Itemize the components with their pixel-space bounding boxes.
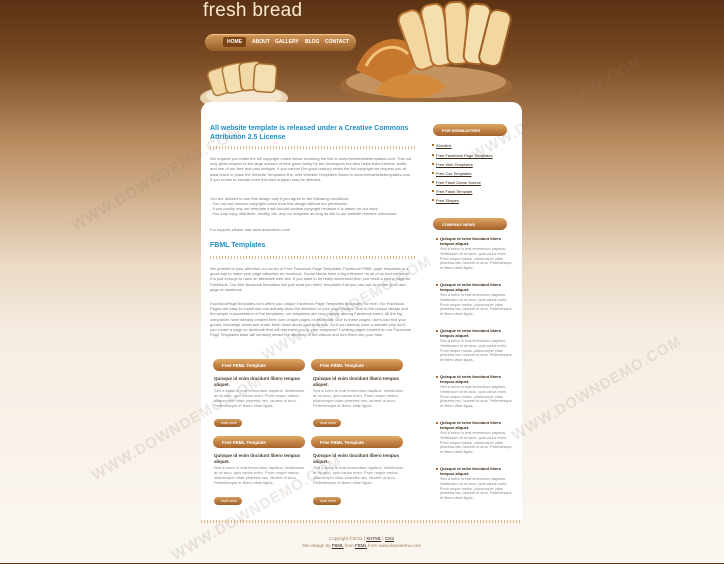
fbml-paragraph-1: We present to your attention our series … — [210, 266, 411, 292]
design-link[interactable]: FBML — [332, 543, 344, 548]
box-text: Sed a tortor in erat fermentum dapibus. … — [214, 465, 305, 485]
news-text: Sed a tortor in erat fermentum dapibus. … — [440, 477, 512, 501]
box-title: Quisque id enim tincidunt libero tempus … — [214, 376, 301, 387]
nav-blog[interactable]: BLOG — [305, 39, 319, 45]
footer-credits: Site design by FBML from FBML from www.d… — [302, 543, 421, 548]
design-link-2[interactable]: FBML — [355, 543, 367, 548]
box-header: Free FBML Template — [213, 359, 305, 371]
box-title: Quisque id enim tincidunt libero tempus … — [313, 453, 400, 464]
news-text: Sed a tortor in erat fermentum dapibus. … — [440, 385, 512, 409]
news-title[interactable]: Quisque id enim tincidunt libero tempus … — [440, 328, 510, 338]
footer-copyright: Copyright ©2011 | XHTML | CSS — [328, 536, 395, 541]
company-news-header: COMPANY NEWS — [433, 218, 507, 230]
read-more-button[interactable]: read more — [214, 497, 242, 505]
bullet-icon — [436, 422, 438, 424]
box-title: Quisque id enim tincidunt libero tempus … — [313, 376, 400, 387]
bullet-icon — [436, 284, 438, 286]
news-title[interactable]: Quisque id enim tincidunt libero tempus … — [440, 374, 510, 384]
footer-divider — [201, 520, 522, 523]
news-text: Sed a tortor in erat fermentum dapibus. … — [440, 339, 512, 363]
box-text: Sed a tortor in erat fermentum dapibus. … — [313, 388, 404, 408]
divider — [210, 256, 415, 259]
sidebar-link[interactable]: Free Web Templates — [432, 162, 473, 167]
box-text: Sed a tortor in erat fermentum dapibus. … — [214, 388, 305, 408]
read-more-button[interactable]: read more — [313, 419, 341, 427]
bread-basket-image — [340, 0, 512, 106]
sidebar-link[interactable]: Free Flash Template — [431, 189, 472, 194]
bullet-icon — [436, 238, 438, 240]
bullet-icon — [436, 376, 438, 378]
support-text: For support please visit www.downdemo.co… — [210, 227, 291, 232]
watermark: WWW.DOWNDEMO.COM — [508, 332, 685, 445]
box-header: Free FBML Template — [311, 436, 403, 448]
news-title[interactable]: Quisque id enim tincidunt libero tempus … — [440, 282, 510, 292]
box-header: Free FBML Template — [213, 436, 305, 448]
news-title[interactable]: Quisque id enim tincidunt libero tempus … — [440, 466, 510, 476]
nav-about[interactable]: ABOUT — [252, 39, 270, 45]
news-title[interactable]: Quisque id enim tincidunt libero tempus … — [440, 420, 510, 430]
sidebar-link[interactable]: Free Css Templates — [432, 171, 472, 176]
nav-home[interactable]: HOME — [223, 37, 246, 47]
box-text: Sed a tortor in erat fermentum dapibus. … — [313, 465, 404, 485]
news-text: Sed a tortor in erat fermentum dapibus. … — [440, 293, 512, 317]
bullet-icon — [436, 468, 438, 470]
css-link[interactable]: CSS — [385, 536, 394, 541]
main-heading: All website template is released under a… — [210, 125, 409, 141]
fbml-paragraph-2: FacebookPageTemplates.com offers you uni… — [210, 301, 412, 338]
nav-gallery[interactable]: GALLERY — [275, 39, 299, 45]
sidebar-link[interactable]: Free Facebook Page Templates — [432, 153, 493, 158]
site-logo[interactable]: fresh bread — [203, 0, 302, 22]
sidebar-link[interactable]: Free Flash Game Source — [432, 180, 481, 185]
sidebar-link[interactable]: Wordlink — [432, 143, 452, 148]
fbml-heading: FBML Templates — [210, 242, 266, 249]
news-text: Sed a tortor in erat fermentum dapibus. … — [440, 431, 512, 455]
webmasters-header: FOR WEBMASTERS — [433, 124, 507, 136]
box-header: Free FBML Template — [311, 359, 403, 371]
news-title[interactable]: Quisque id enim tincidunt libero tempus … — [440, 236, 510, 246]
bullet-icon — [436, 330, 438, 332]
divider — [210, 146, 415, 149]
news-text: Sed a tortor in erat fermentum dapibus. … — [440, 247, 512, 271]
xhtml-link[interactable]: XHTML — [366, 536, 381, 541]
box-title: Quisque id enim tincidunt libero tempus … — [214, 453, 301, 464]
rule-3: - You may copy, distribute, modify, etc.… — [210, 211, 398, 216]
read-more-button[interactable]: read more — [313, 497, 341, 505]
read-more-button[interactable]: read more — [214, 419, 242, 427]
intro-text: We request you retain the full copyright… — [210, 156, 412, 182]
sidebar-link[interactable]: Free Shapes — [432, 198, 459, 203]
